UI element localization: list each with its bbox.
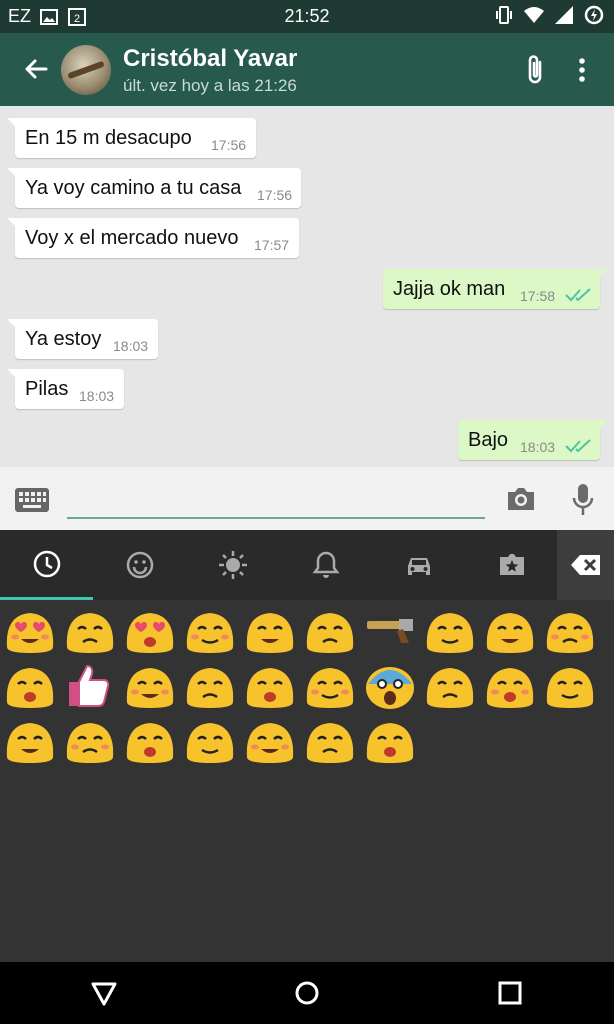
- message-text: Jajja ok man: [393, 278, 506, 300]
- message-bubble-incoming[interactable]: Ya voy camino a tu casa 17:56: [7, 168, 301, 208]
- screaming-fear-emoji[interactable]: [363, 660, 417, 710]
- wifi-icon: [524, 7, 544, 23]
- message-time: 18:03: [79, 388, 115, 404]
- symbols-icon: [499, 554, 524, 575]
- smiley-icon: [126, 551, 153, 579]
- recent-icon: [33, 550, 60, 577]
- smiling-blush-emoji[interactable]: [183, 605, 237, 655]
- tongue-wink-emoji[interactable]: [3, 660, 57, 710]
- message-text: Voy x el mercado nuevo: [25, 227, 239, 249]
- microphone-icon[interactable]: [571, 483, 595, 517]
- message-time: 18:03: [520, 439, 556, 455]
- tab-symbols[interactable]: [465, 530, 558, 600]
- back-arrow-icon[interactable]: [22, 55, 50, 83]
- recents-nav-icon[interactable]: [494, 977, 526, 1009]
- keyboard-icon[interactable]: [14, 487, 50, 513]
- sleepy-emoji[interactable]: [183, 715, 237, 765]
- sweat-emoji[interactable]: [3, 715, 57, 765]
- heart-eyes-emoji[interactable]: [3, 605, 57, 655]
- status-bar: EZ 2 21:52: [0, 0, 614, 33]
- message-text: Pilas: [25, 378, 69, 400]
- neutral-emoji[interactable]: [123, 660, 177, 710]
- message-bubble-incoming[interactable]: En 15 m desacupo 17:56: [7, 118, 256, 158]
- scream-hands-emoji[interactable]: [123, 715, 177, 765]
- unamused-emoji[interactable]: [483, 605, 537, 655]
- kiss-emoji[interactable]: [243, 715, 297, 765]
- message-bubble-incoming[interactable]: Ya estoy 18:03: [7, 319, 158, 359]
- message-list[interactable]: En 15 m desacupo 17:56 Ya voy camino a t…: [0, 106, 614, 467]
- sad-tear-emoji[interactable]: [303, 605, 357, 655]
- paperclip-icon[interactable]: [522, 53, 550, 87]
- persevering-emoji[interactable]: [183, 660, 237, 710]
- home-nav-icon[interactable]: [291, 977, 323, 1009]
- angry-emoji[interactable]: [423, 660, 477, 710]
- message-time: 17:56: [211, 137, 247, 153]
- tab-recent[interactable]: [0, 530, 93, 600]
- message-time: 18:03: [113, 338, 149, 354]
- message-time: 17:58: [520, 288, 556, 304]
- emoji-category-tabs: [0, 530, 614, 600]
- disappointed-emoji[interactable]: [543, 605, 597, 655]
- contact-avatar[interactable]: [61, 45, 111, 95]
- message-text: Ya estoy: [25, 328, 102, 350]
- tab-objects[interactable]: [279, 530, 372, 600]
- tired-face-emoji[interactable]: [243, 660, 297, 710]
- more-options-icon[interactable]: [570, 55, 594, 85]
- message-bubble-outgoing[interactable]: Bajo 18:03: [458, 420, 608, 460]
- smirk-emoji[interactable]: [303, 715, 357, 765]
- backspace-icon: [570, 555, 600, 575]
- wink-emoji[interactable]: [363, 715, 417, 765]
- navigation-bar: [0, 962, 614, 1024]
- backspace-button[interactable]: [557, 530, 614, 600]
- bowing-emoji[interactable]: [543, 660, 597, 710]
- compose-bar: [0, 467, 614, 530]
- message-bubble-outgoing[interactable]: Jajja ok man 17:58: [383, 269, 608, 309]
- message-bubble-incoming[interactable]: Voy x el mercado nuevo 17:57: [7, 218, 299, 258]
- read-receipt-icon: [565, 288, 591, 302]
- tab-smileys[interactable]: [93, 530, 186, 600]
- pensive-emoji[interactable]: [303, 660, 357, 710]
- tab-nature[interactable]: [186, 530, 279, 600]
- vibrate-icon: [496, 6, 512, 24]
- emoji-keyboard: [0, 530, 614, 962]
- relieved-emoji[interactable]: [243, 605, 297, 655]
- chat-header: Cristóbal Yavar últ. vez hoy a las 21:26: [0, 33, 614, 106]
- sun-icon: [218, 551, 247, 579]
- pistol-emoji[interactable]: [363, 605, 417, 655]
- battery-saver-icon: [584, 5, 604, 25]
- kissing-heart-emoji[interactable]: [123, 605, 177, 655]
- contact-name[interactable]: Cristóbal Yavar: [123, 45, 297, 73]
- camera-icon[interactable]: [505, 485, 537, 513]
- read-receipt-icon: [565, 439, 591, 453]
- message-time: 17:56: [257, 187, 293, 203]
- message-bubble-incoming[interactable]: Pilas 18:03: [7, 369, 124, 409]
- tongue-squint-emoji[interactable]: [63, 715, 117, 765]
- message-time: 17:57: [254, 237, 290, 253]
- message-text: Ya voy camino a tu casa: [25, 177, 242, 199]
- grinning-emoji[interactable]: [63, 605, 117, 655]
- back-nav-icon[interactable]: [88, 977, 120, 1009]
- pouting-emoji[interactable]: [483, 660, 537, 710]
- message-text: Bajo: [468, 429, 509, 451]
- status-right: [494, 5, 604, 25]
- crying-loud-emoji[interactable]: [423, 605, 477, 655]
- message-text: En 15 m desacupo: [25, 127, 192, 149]
- message-input[interactable]: [67, 517, 485, 519]
- tab-places[interactable]: [372, 530, 465, 600]
- last-seen-status: últ. vez hoy a las 21:26: [123, 76, 297, 95]
- signal-icon: [555, 6, 573, 24]
- thumbs-up-emoji[interactable]: [63, 660, 117, 710]
- car-icon: [407, 558, 430, 575]
- bell-icon: [312, 551, 339, 578]
